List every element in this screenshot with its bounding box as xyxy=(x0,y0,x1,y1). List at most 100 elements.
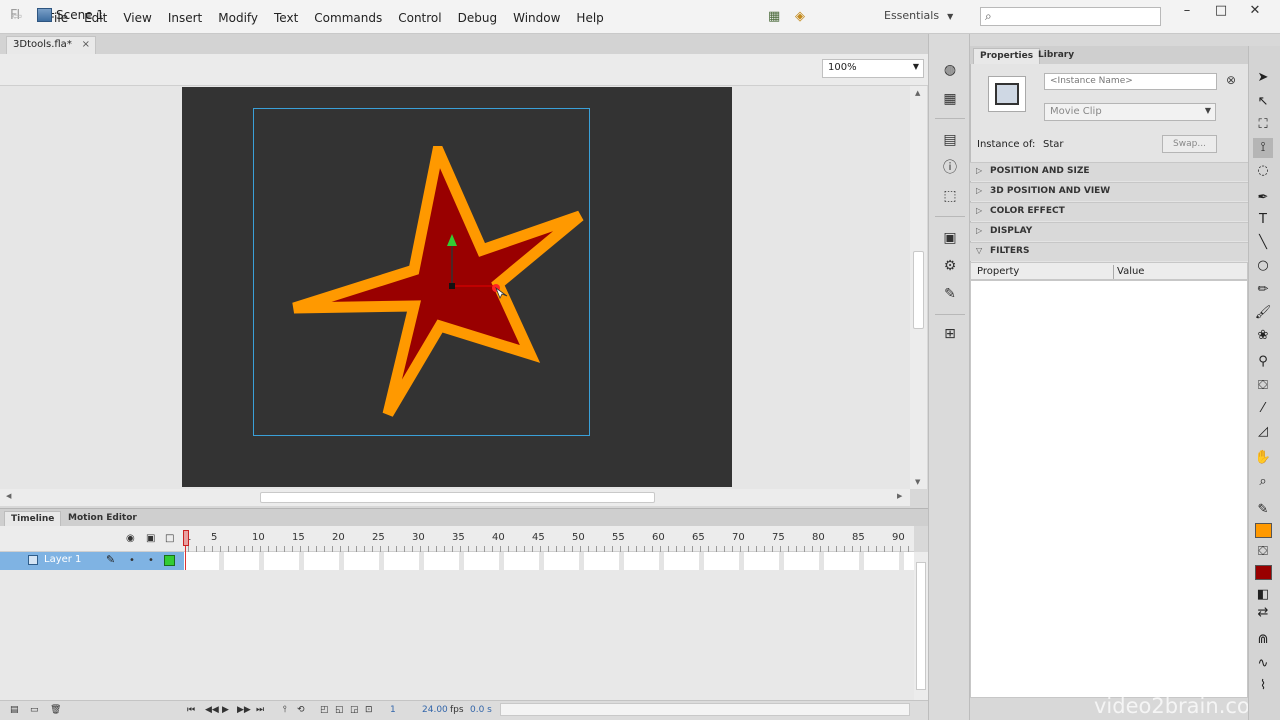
help-search-input[interactable]: ⌕ xyxy=(980,7,1161,26)
frame-ruler[interactable]: 1 5 10 15 20 25 30 35 40 45 50 55 60 65 … xyxy=(184,532,914,546)
pencil-tool-icon[interactable]: ✏ xyxy=(1253,280,1273,300)
stroke-color-swatch[interactable] xyxy=(1255,523,1272,538)
layer-row[interactable]: Layer 1 ✎ • • xyxy=(0,552,184,570)
brush-tool-icon[interactable]: 🖌 xyxy=(1253,303,1273,323)
section-position-and-size[interactable]: ▷ POSITION AND SIZE xyxy=(970,162,1248,181)
code-snippets-icon[interactable]: ▣ xyxy=(941,230,959,246)
minimize-button[interactable]: – xyxy=(1170,2,1204,20)
pen-tool-icon[interactable]: ✒ xyxy=(1253,188,1273,208)
timeline-vertical-scrollbar[interactable] xyxy=(914,552,928,700)
horizontal-scroll-thumb[interactable] xyxy=(260,492,655,503)
star-shape[interactable] xyxy=(292,146,584,417)
info-panel-icon[interactable]: ⓘ xyxy=(941,160,959,176)
zoom-select[interactable]: 100% ▼ xyxy=(822,59,924,78)
vertical-scroll-thumb[interactable] xyxy=(913,251,924,329)
column-divider[interactable] xyxy=(1113,265,1114,279)
lock-dot-icon[interactable]: • xyxy=(148,555,154,566)
section-3d-position-and-view[interactable]: ▷ 3D POSITION AND VIEW xyxy=(970,182,1248,201)
section-color-effect[interactable]: ▷ COLOR EFFECT xyxy=(970,202,1248,221)
motion-presets-icon[interactable]: ✎ xyxy=(941,286,959,302)
stage-horizontal-scrollbar[interactable]: ◀ ▶ xyxy=(0,489,910,506)
delete-layer-icon[interactable]: 🗑 xyxy=(50,705,61,715)
go-to-first-frame-icon[interactable]: ⏮ xyxy=(187,705,195,715)
bone-tool-icon[interactable]: ⚲ xyxy=(1253,352,1273,372)
close-icon[interactable]: ⊗ xyxy=(1226,73,1236,87)
workspace-switcher[interactable]: Essentials ▼ xyxy=(884,9,953,22)
swap-colors-icon[interactable]: ⇄ xyxy=(1253,603,1273,623)
play-icon[interactable]: ▶ xyxy=(222,705,229,715)
menu-window[interactable]: Window xyxy=(505,9,568,27)
menu-control[interactable]: Control xyxy=(390,9,449,27)
menu-commands[interactable]: Commands xyxy=(306,9,390,27)
scroll-up-icon[interactable]: ▲ xyxy=(915,89,920,97)
deco-tool-icon[interactable]: ❀ xyxy=(1253,326,1273,346)
straighten-icon[interactable]: ⌇ xyxy=(1253,676,1273,696)
swatches-panel-icon[interactable]: ▦ xyxy=(941,91,959,107)
menu-insert[interactable]: Insert xyxy=(160,9,210,27)
color-panel-icon[interactable]: ◍ xyxy=(941,62,959,78)
loop-icon[interactable]: ⟲ xyxy=(297,705,305,715)
subselection-tool-icon[interactable]: ↖ xyxy=(1253,92,1273,112)
paint-bucket-tool-icon[interactable]: ⛋ xyxy=(1253,376,1273,396)
menu-text[interactable]: Text xyxy=(266,9,306,27)
align-panel-icon[interactable]: ▤ xyxy=(941,132,959,148)
zoom-tool-icon[interactable]: ⌕ xyxy=(1253,472,1273,492)
timeline-horizontal-scrollbar[interactable] xyxy=(500,703,910,716)
onion-outline-icon[interactable]: ◱ xyxy=(335,705,344,715)
snap-to-objects-icon[interactable]: ⋒ xyxy=(1253,630,1273,650)
maximize-button[interactable]: □ xyxy=(1204,2,1238,20)
layer-frames[interactable] xyxy=(184,552,914,570)
lock-icon[interactable]: ▣ xyxy=(146,533,155,544)
3d-translation-tool-icon[interactable]: ⟟ xyxy=(1253,138,1273,158)
oval-tool-icon[interactable]: ○ xyxy=(1253,256,1273,276)
smooth-icon[interactable]: ∿ xyxy=(1253,654,1273,674)
close-tab-icon[interactable]: × xyxy=(82,39,90,50)
back-arrow-icon[interactable]: ⇦ xyxy=(12,9,22,23)
components-panel-icon[interactable]: ⚙ xyxy=(941,258,959,274)
outline-icon[interactable]: □ xyxy=(165,533,174,544)
go-to-last-frame-icon[interactable]: ⏭ xyxy=(256,705,264,715)
eye-icon[interactable]: ◉ xyxy=(126,533,135,544)
menu-debug[interactable]: Debug xyxy=(450,9,505,27)
section-filters[interactable]: ▽ FILTERS xyxy=(970,242,1248,261)
instance-name-input[interactable]: <Instance Name> xyxy=(1044,73,1217,90)
scroll-left-icon[interactable]: ◀ xyxy=(6,492,11,500)
hand-tool-icon[interactable]: ✋ xyxy=(1253,448,1273,468)
section-display[interactable]: ▷ DISPLAY xyxy=(970,222,1248,241)
selection-tool-icon[interactable]: ➤ xyxy=(1253,68,1273,88)
3d-center-point[interactable] xyxy=(449,283,455,289)
step-back-icon[interactable]: ◀◀ xyxy=(205,705,219,715)
frame-rate[interactable]: 24.00 xyxy=(422,705,448,715)
center-frame-icon[interactable]: ⫯ xyxy=(283,705,287,715)
project-panel-icon[interactable]: ⊞ xyxy=(941,326,959,342)
free-transform-tool-icon[interactable]: ⛶ xyxy=(1253,115,1273,135)
scroll-down-icon[interactable]: ▼ xyxy=(915,478,920,486)
new-layer-icon[interactable]: ▤ xyxy=(10,705,19,715)
line-tool-icon[interactable]: ╲ xyxy=(1253,233,1273,253)
symbol-type-select[interactable]: Movie Clip ▼ xyxy=(1044,103,1216,121)
black-and-white-icon[interactable]: ◧ xyxy=(1253,585,1273,605)
scroll-right-icon[interactable]: ▶ xyxy=(897,492,902,500)
swap-button[interactable]: Swap... xyxy=(1162,135,1217,153)
layer-name[interactable]: Layer 1 xyxy=(44,554,81,565)
text-tool-icon[interactable]: T xyxy=(1253,210,1273,230)
scene-breadcrumb[interactable]: Scene 1 xyxy=(56,8,104,22)
eraser-tool-icon[interactable]: ◿ xyxy=(1253,422,1273,442)
tab-timeline[interactable]: Timeline xyxy=(4,511,62,527)
new-folder-icon[interactable]: ▭ xyxy=(30,705,39,715)
timeline-scroll-thumb[interactable] xyxy=(916,562,926,690)
visibility-dot-icon[interactable]: • xyxy=(129,555,135,566)
onion-markers-icon[interactable]: ⊡ xyxy=(365,705,373,715)
onion-skin-icon[interactable]: ◰ xyxy=(320,705,329,715)
eyedropper-tool-icon[interactable]: ⁄ xyxy=(1253,399,1273,419)
current-frame[interactable]: 1 xyxy=(390,705,396,715)
stage-vertical-scrollbar[interactable]: ▲ ▼ xyxy=(910,86,927,489)
playhead[interactable] xyxy=(183,530,189,546)
menu-modify[interactable]: Modify xyxy=(210,9,266,27)
filters-list[interactable] xyxy=(970,280,1248,698)
tab-motion-editor[interactable]: Motion Editor xyxy=(62,511,143,527)
menu-view[interactable]: View xyxy=(115,9,159,27)
transform-panel-icon[interactable]: ⬚ xyxy=(941,188,959,204)
menu-help[interactable]: Help xyxy=(568,9,611,27)
tab-properties[interactable]: Properties xyxy=(973,48,1041,64)
